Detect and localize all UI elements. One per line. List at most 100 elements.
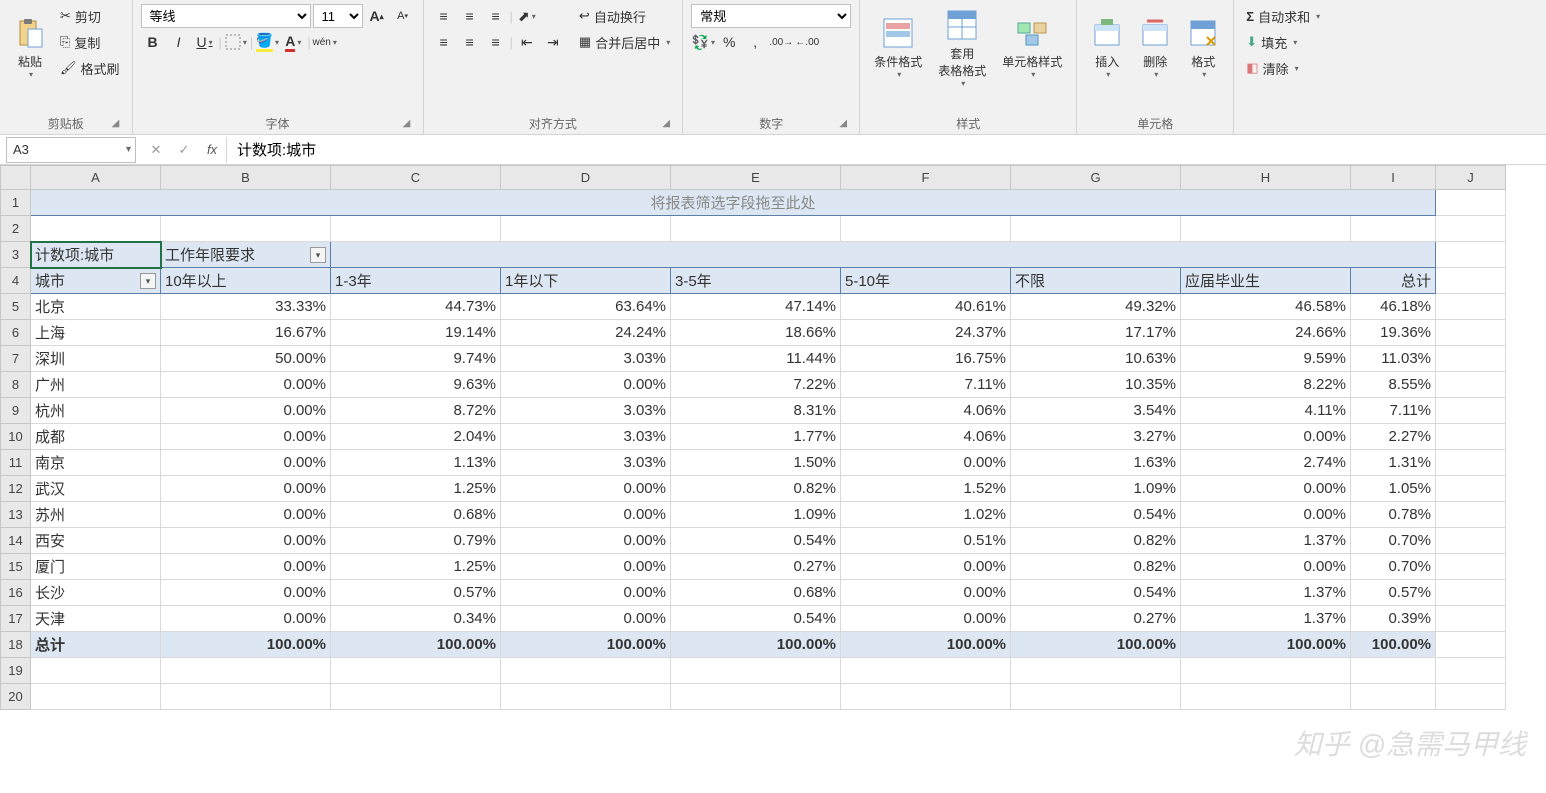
align-center-button[interactable]: ≡ [458, 30, 482, 54]
row-header-17[interactable]: 17 [1, 606, 31, 632]
pivot-data-cell[interactable]: 0.00% [1181, 476, 1351, 502]
fill-button[interactable]: ⬇填充 [1242, 30, 1301, 54]
pivot-data-cell[interactable]: 16.67% [161, 320, 331, 346]
pivot-data-cell[interactable]: 0.00% [841, 580, 1011, 606]
column-field-filter-button[interactable]: ▾ [310, 247, 326, 263]
delete-button[interactable]: 删除 [1133, 4, 1177, 92]
pivot-data-cell[interactable]: 1.02% [841, 502, 1011, 528]
pivot-grand-total-cell[interactable]: 100.00% [841, 632, 1011, 658]
align-left-button[interactable]: ≡ [432, 30, 456, 54]
pivot-grand-total-cell[interactable]: 100.00% [331, 632, 501, 658]
italic-button[interactable]: I [167, 30, 191, 54]
pivot-data-cell[interactable]: 1.25% [331, 476, 501, 502]
row-header-9[interactable]: 9 [1, 398, 31, 424]
row-header-4[interactable]: 4 [1, 268, 31, 294]
align-right-button[interactable]: ≡ [484, 30, 508, 54]
pivot-data-cell[interactable]: 17.17% [1011, 320, 1181, 346]
pivot-row-label[interactable]: 深圳 [31, 346, 161, 372]
pivot-data-cell[interactable]: 8.55% [1351, 372, 1436, 398]
row-header-8[interactable]: 8 [1, 372, 31, 398]
pivot-grand-total-cell[interactable]: 100.00% [161, 632, 331, 658]
row-header-13[interactable]: 13 [1, 502, 31, 528]
pivot-data-cell[interactable]: 9.63% [331, 372, 501, 398]
pivot-data-cell[interactable]: 0.00% [501, 554, 671, 580]
insert-button[interactable]: 插入 [1085, 4, 1129, 92]
name-box[interactable]: A3 [6, 137, 136, 163]
pivot-data-cell[interactable]: 0.00% [161, 528, 331, 554]
pivot-data-cell[interactable]: 8.72% [331, 398, 501, 424]
row-header-20[interactable]: 20 [1, 684, 31, 710]
pivot-data-cell[interactable]: 1.37% [1181, 606, 1351, 632]
pivot-data-cell[interactable]: 0.00% [841, 606, 1011, 632]
pivot-data-cell[interactable]: 4.11% [1181, 398, 1351, 424]
row-header-1[interactable]: 1 [1, 190, 31, 216]
pivot-row-label[interactable]: 南京 [31, 450, 161, 476]
pivot-data-cell[interactable]: 1.63% [1011, 450, 1181, 476]
col-header-J[interactable]: J [1436, 166, 1506, 190]
row-header-15[interactable]: 15 [1, 554, 31, 580]
pivot-data-cell[interactable]: 0.00% [841, 554, 1011, 580]
row-header-2[interactable]: 2 [1, 216, 31, 242]
pivot-data-cell[interactable]: 3.03% [501, 424, 671, 450]
accounting-format-button[interactable]: 💱 [691, 30, 715, 54]
col-header-A[interactable]: A [31, 166, 161, 190]
pivot-data-cell[interactable]: 1.52% [841, 476, 1011, 502]
pivot-data-cell[interactable]: 33.33% [161, 294, 331, 320]
pivot-data-cell[interactable]: 0.82% [1011, 528, 1181, 554]
pivot-col-header[interactable]: 总计 [1351, 268, 1436, 294]
pivot-data-cell[interactable]: 0.68% [671, 580, 841, 606]
row-header-3[interactable]: 3 [1, 242, 31, 268]
pivot-data-cell[interactable]: 10.35% [1011, 372, 1181, 398]
pivot-data-cell[interactable]: 7.11% [1351, 398, 1436, 424]
pivot-data-cell[interactable]: 0.00% [501, 580, 671, 606]
row-header-14[interactable]: 14 [1, 528, 31, 554]
border-button[interactable] [224, 30, 248, 54]
pivot-data-cell[interactable]: 9.74% [331, 346, 501, 372]
pivot-data-cell[interactable]: 19.36% [1351, 320, 1436, 346]
row-header-16[interactable]: 16 [1, 580, 31, 606]
col-header-D[interactable]: D [501, 166, 671, 190]
pivot-row-label[interactable]: 广州 [31, 372, 161, 398]
conditional-formatting-button[interactable]: 条件格式 [868, 4, 928, 92]
pivot-data-cell[interactable]: 49.32% [1011, 294, 1181, 320]
pivot-filter-dropzone[interactable]: 将报表筛选字段拖至此处 [31, 190, 1436, 216]
pivot-data-cell[interactable]: 8.31% [671, 398, 841, 424]
pivot-data-cell[interactable]: 1.13% [331, 450, 501, 476]
pivot-row-field[interactable]: 城市▾ [31, 268, 161, 294]
pivot-data-cell[interactable]: 4.06% [841, 398, 1011, 424]
row-header-12[interactable]: 12 [1, 476, 31, 502]
pivot-data-cell[interactable]: 3.54% [1011, 398, 1181, 424]
pivot-data-cell[interactable]: 50.00% [161, 346, 331, 372]
decrease-decimal-button[interactable]: ←.00 [795, 30, 819, 54]
pivot-data-cell[interactable]: 1.50% [671, 450, 841, 476]
col-header-F[interactable]: F [841, 166, 1011, 190]
pivot-data-cell[interactable]: 47.14% [671, 294, 841, 320]
clipboard-launcher[interactable]: ◢ [110, 118, 122, 130]
pivot-data-cell[interactable]: 0.54% [1011, 580, 1181, 606]
pivot-col-header[interactable]: 应届毕业生 [1181, 268, 1351, 294]
accept-formula-button[interactable]: ✓ [170, 137, 198, 163]
pivot-data-cell[interactable]: 8.22% [1181, 372, 1351, 398]
pivot-grand-total-cell[interactable]: 100.00% [501, 632, 671, 658]
pivot-data-cell[interactable]: 0.79% [331, 528, 501, 554]
pivot-data-cell[interactable]: 16.75% [841, 346, 1011, 372]
font-size-select[interactable]: 11 [313, 4, 363, 28]
pivot-data-cell[interactable]: 0.51% [841, 528, 1011, 554]
pivot-data-cell[interactable]: 0.54% [671, 606, 841, 632]
pivot-data-cell[interactable]: 1.09% [1011, 476, 1181, 502]
decrease-indent-button[interactable]: ⇤ [515, 30, 539, 54]
pivot-data-cell[interactable]: 0.70% [1351, 554, 1436, 580]
pivot-data-cell[interactable]: 0.82% [671, 476, 841, 502]
formula-input[interactable] [226, 137, 1546, 163]
pivot-col-header[interactable]: 3-5年 [671, 268, 841, 294]
pivot-column-field[interactable]: 工作年限要求▾ [161, 242, 331, 268]
pivot-data-cell[interactable]: 0.82% [1011, 554, 1181, 580]
pivot-data-cell[interactable]: 2.74% [1181, 450, 1351, 476]
pivot-data-cell[interactable]: 1.25% [331, 554, 501, 580]
pivot-data-cell[interactable]: 4.06% [841, 424, 1011, 450]
pivot-data-cell[interactable]: 1.37% [1181, 528, 1351, 554]
pivot-grand-total-label[interactable]: 总计 [31, 632, 161, 658]
cell-styles-button[interactable]: 单元格样式 [996, 4, 1068, 92]
pivot-data-cell[interactable]: 46.18% [1351, 294, 1436, 320]
pivot-data-cell[interactable]: 2.27% [1351, 424, 1436, 450]
